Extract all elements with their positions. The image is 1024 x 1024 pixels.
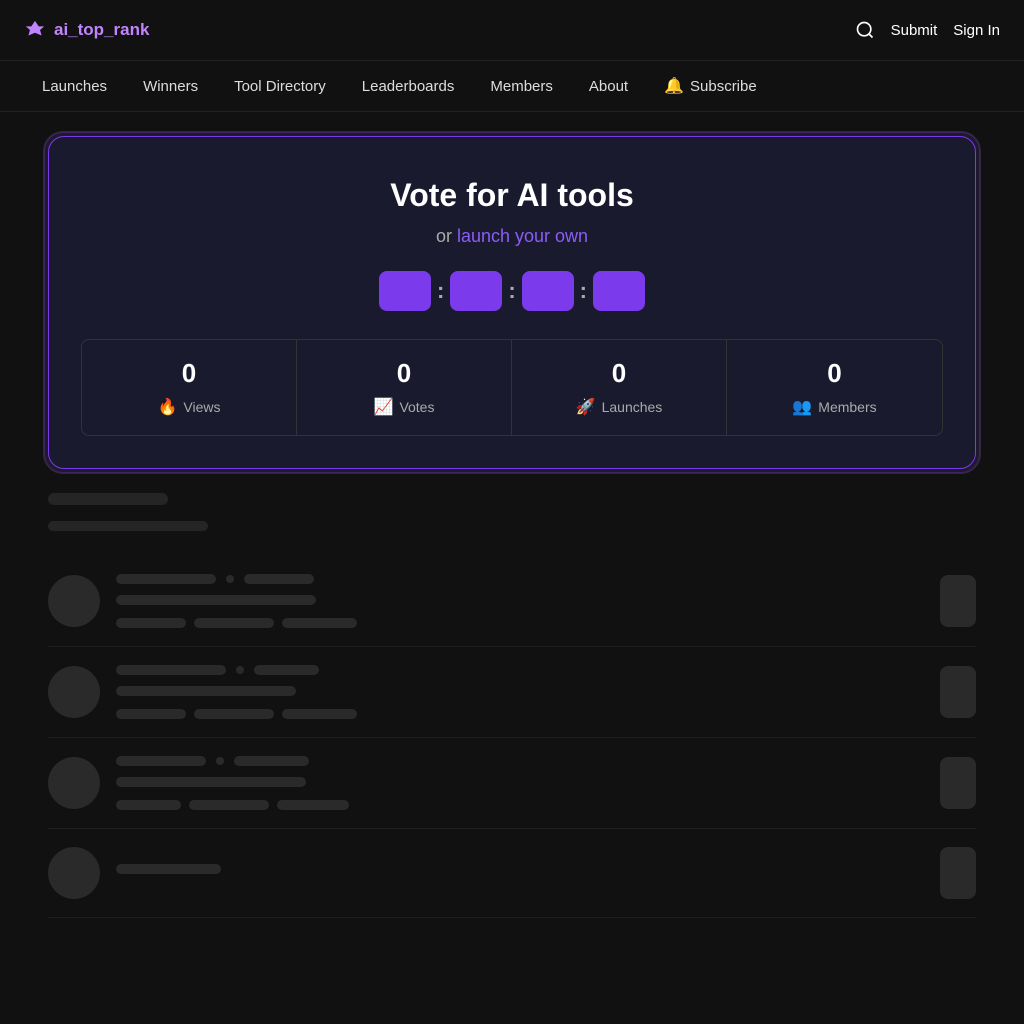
stat-views: 0 🔥 Views xyxy=(82,340,297,435)
bell-icon: 🔔 xyxy=(664,76,684,96)
timer-colon-3: : xyxy=(580,278,587,304)
skel-title-1 xyxy=(48,493,168,505)
nav-bar: Launches Winners Tool Directory Leaderbo… xyxy=(0,60,1024,112)
skel-dot xyxy=(216,757,224,765)
skel-name xyxy=(116,864,221,874)
group-icon: 👥 xyxy=(792,397,812,417)
vote-button-skel xyxy=(940,575,976,627)
nav-item-launches[interactable]: Launches xyxy=(24,60,125,112)
skel-desc xyxy=(116,595,316,605)
nav-item-members[interactable]: Members xyxy=(472,60,571,112)
stat-votes: 0 📈 Votes xyxy=(297,340,512,435)
timer-colon-2: : xyxy=(508,278,515,304)
skel-tag xyxy=(116,709,186,719)
timer-row: : : : xyxy=(81,271,943,311)
skel-desc xyxy=(116,686,296,696)
skel-name xyxy=(116,665,226,675)
timer-minutes xyxy=(450,271,502,311)
stat-launches: 0 🚀 Launches xyxy=(512,340,727,435)
skel-tag xyxy=(194,618,274,628)
votes-label: 📈 Votes xyxy=(313,397,495,417)
search-button[interactable] xyxy=(855,20,875,40)
skeleton-header xyxy=(48,493,976,536)
item-content xyxy=(116,574,924,628)
timer-colon-1: : xyxy=(437,278,444,304)
launch-link[interactable]: launch your own xyxy=(457,226,588,246)
top-actions: Submit Sign In xyxy=(855,20,1000,40)
item-content xyxy=(116,665,924,719)
list-item xyxy=(48,647,976,738)
skel-name xyxy=(116,756,206,766)
votes-count: 0 xyxy=(313,358,495,389)
vote-button-skel xyxy=(940,847,976,899)
top-bar: ai_top_rank Submit Sign In xyxy=(0,0,1024,60)
hero-section: Vote for AI tools or launch your own : :… xyxy=(0,112,1024,493)
avatar xyxy=(48,757,100,809)
avatar xyxy=(48,666,100,718)
avatar xyxy=(48,575,100,627)
skel-tag xyxy=(282,618,357,628)
avatar xyxy=(48,847,100,899)
nav-item-subscribe[interactable]: 🔔 Subscribe xyxy=(646,60,775,112)
skel-tag xyxy=(189,800,269,810)
nav-item-about[interactable]: About xyxy=(571,60,646,112)
skel-date xyxy=(244,574,314,584)
timer-seconds xyxy=(522,271,574,311)
skel-tag xyxy=(282,709,357,719)
list-item xyxy=(48,556,976,647)
members-label: 👥 Members xyxy=(743,397,926,417)
timer-milliseconds xyxy=(593,271,645,311)
skel-dot xyxy=(226,575,234,583)
skel-date xyxy=(234,756,309,766)
logo[interactable]: ai_top_rank xyxy=(24,19,149,41)
skel-tag xyxy=(116,800,181,810)
timer-hours xyxy=(379,271,431,311)
logo-icon xyxy=(24,19,46,41)
logo-text: ai_top_rank xyxy=(54,20,149,40)
list-item xyxy=(48,738,976,829)
signin-button[interactable]: Sign In xyxy=(953,22,1000,39)
vote-button-skel xyxy=(940,757,976,809)
list-item xyxy=(48,829,976,918)
nav-item-winners[interactable]: Winners xyxy=(125,60,216,112)
skel-subtitle-1 xyxy=(48,521,208,531)
skel-desc xyxy=(116,777,306,787)
views-label: 🔥 Views xyxy=(98,397,280,417)
subtitle-prefix: or xyxy=(436,226,457,246)
stats-row: 0 🔥 Views 0 📈 Votes 0 🚀 Launches xyxy=(81,339,943,436)
launches-label: 🚀 Launches xyxy=(528,397,710,417)
members-count: 0 xyxy=(743,358,926,389)
submit-button[interactable]: Submit xyxy=(891,22,938,39)
views-count: 0 xyxy=(98,358,280,389)
skel-tag xyxy=(194,709,274,719)
skel-tag xyxy=(116,618,186,628)
hero-subtitle: or launch your own xyxy=(81,226,943,247)
launches-count: 0 xyxy=(528,358,710,389)
skel-tag xyxy=(277,800,349,810)
nav-item-tool-directory[interactable]: Tool Directory xyxy=(216,60,344,112)
skel-dot xyxy=(236,666,244,674)
search-icon xyxy=(855,20,875,40)
list-section xyxy=(0,493,1024,918)
rocket-icon: 🚀 xyxy=(576,397,596,417)
stat-members: 0 👥 Members xyxy=(727,340,942,435)
vote-button-skel xyxy=(940,666,976,718)
fire-icon: 🔥 xyxy=(157,397,177,417)
skel-date xyxy=(254,665,319,675)
skel-name xyxy=(116,574,216,584)
item-content xyxy=(116,756,924,810)
trending-icon: 📈 xyxy=(374,397,394,417)
hero-card: Vote for AI tools or launch your own : :… xyxy=(48,136,976,469)
hero-title: Vote for AI tools xyxy=(81,177,943,214)
nav-item-leaderboards[interactable]: Leaderboards xyxy=(344,60,473,112)
item-content xyxy=(116,864,924,882)
